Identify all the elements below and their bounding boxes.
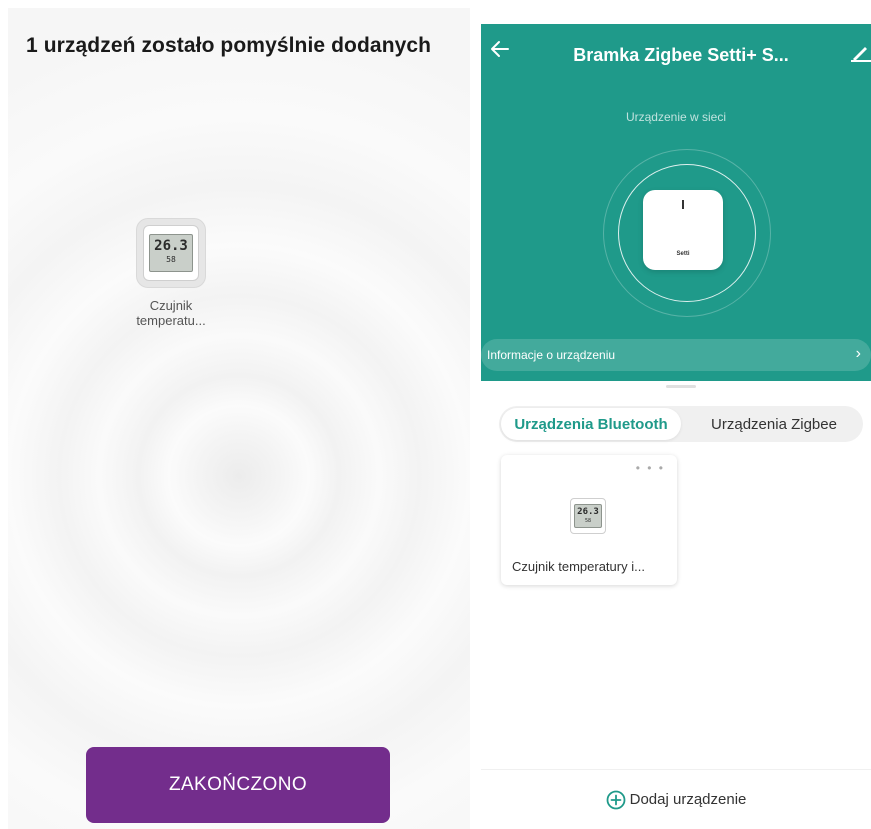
page-title: Bramka Zigbee Setti+ S...	[573, 45, 789, 65]
finish-button[interactable]: ZAKOŃCZONO	[86, 747, 390, 823]
sensor-display: 26.3 58	[574, 504, 602, 528]
add-device-label: Dodaj urządzenie	[629, 791, 747, 808]
thermometer-icon: 26.3 58	[570, 498, 606, 534]
tab-bluetooth-devices[interactable]: Urządzenia Bluetooth	[501, 408, 681, 440]
device-card[interactable]: • • • 26.3 58 Czujnik temperatury i...	[501, 455, 677, 585]
thermometer-icon: 26.3 58	[143, 225, 199, 281]
gateway-screen: Bramka Zigbee Setti+ S... Urządzenie w s…	[481, 24, 871, 829]
gateway-led	[682, 200, 684, 209]
device-name-line1: Czujnik	[149, 298, 193, 313]
device-tabs: Urządzenia Bluetooth Urządzenia Zigbee	[499, 406, 863, 442]
sensor-display: 26.3 58	[149, 234, 193, 272]
display-humidity: 58	[166, 255, 176, 264]
device-card-thumbnail: 26.3 58	[570, 498, 606, 534]
added-device: 26.3 58 Czujnik temperatu...	[126, 218, 216, 328]
display-temperature: 26.3	[154, 238, 188, 254]
tab-zigbee-devices[interactable]: Urządzenia Zigbee	[689, 408, 859, 440]
device-thumbnail: 26.3 58	[136, 218, 206, 288]
device-info-button[interactable]: Informacje o urządzeniu ›	[481, 339, 871, 371]
display-temperature: 26.3	[577, 507, 599, 517]
device-name-line2: temperatu...	[136, 313, 206, 328]
device-info-label: Informacje o urządzeniu	[487, 348, 616, 362]
pencil-icon-graphic	[851, 47, 871, 62]
gateway-header: Bramka Zigbee Setti+ S... Urządzenie w s…	[481, 24, 871, 381]
pencil-icon[interactable]	[851, 42, 871, 62]
gateway-brand: Setti	[676, 251, 690, 257]
add-device-button[interactable]: Dodaj urządzenie	[481, 769, 871, 829]
device-name: Czujnik temperatu...	[126, 298, 216, 328]
plus-circle-icon	[606, 790, 626, 809]
display-humidity: 58	[584, 518, 592, 524]
chevron-right-icon: ›	[855, 345, 861, 362]
success-title: 1 urządzeń zostało pomyślnie dodanych	[26, 34, 432, 57]
device-card-name: Czujnik temperatury i...	[512, 559, 645, 574]
arrow-left-icon-graphic	[491, 41, 509, 57]
success-screen: 1 urządzeń zostało pomyślnie dodanych 26…	[8, 8, 470, 829]
gateway-device-image: Setti	[643, 190, 723, 270]
arrow-left-icon[interactable]	[487, 38, 513, 64]
network-status: Urządzenie w sieci	[625, 110, 727, 124]
more-dots-icon[interactable]: • • •	[636, 461, 665, 475]
drag-handle[interactable]	[666, 385, 696, 388]
